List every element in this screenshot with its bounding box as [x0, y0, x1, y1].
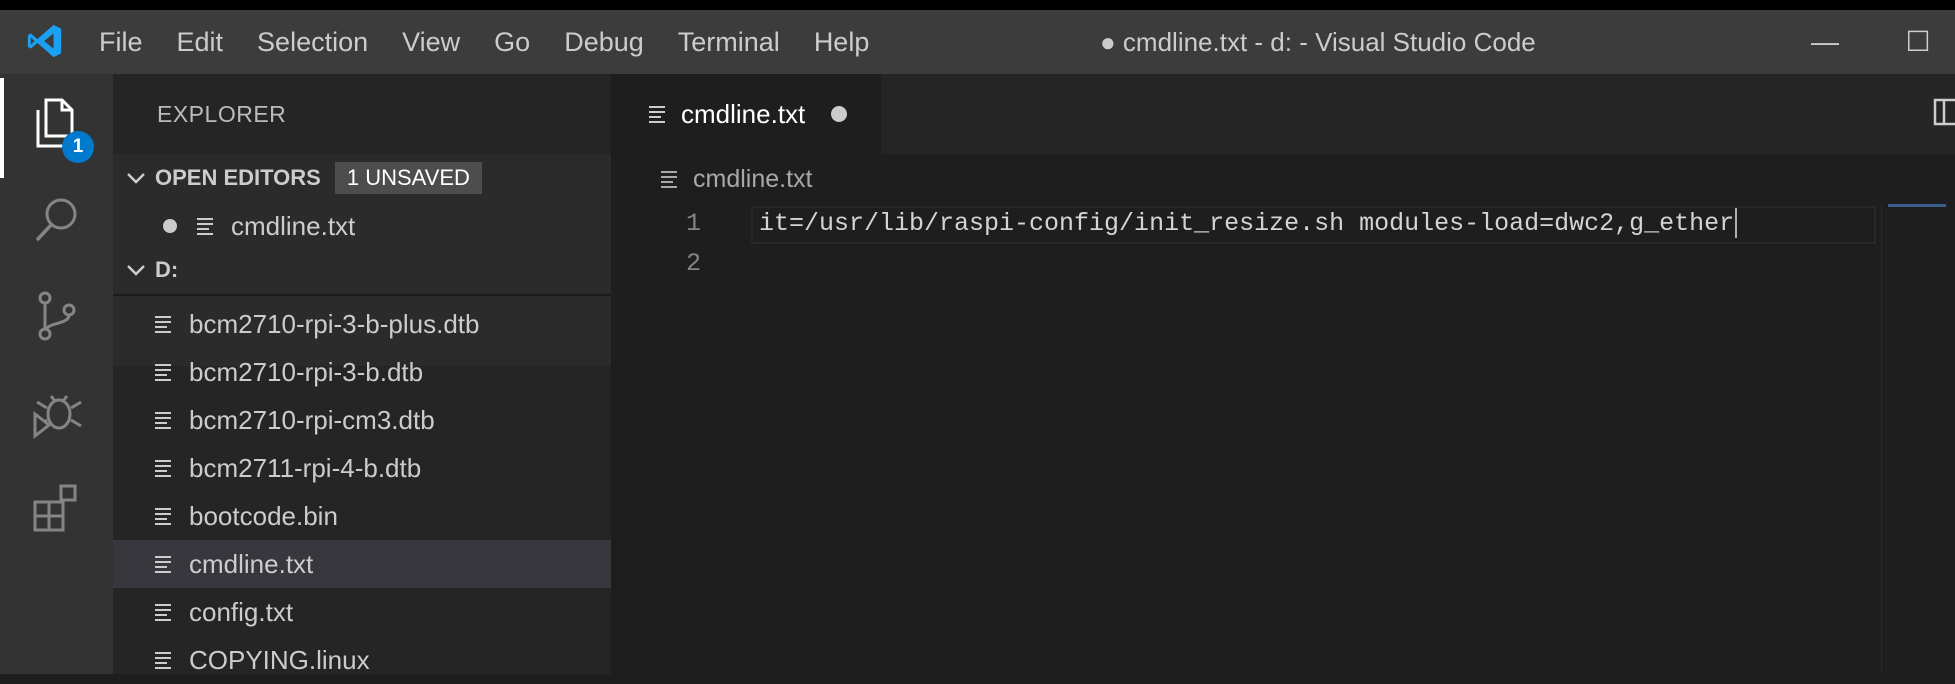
window-title: ● cmdline.txt - d: - Visual Studio Code: [1100, 27, 1536, 57]
menu-selection[interactable]: Selection: [240, 10, 385, 74]
activity-explorer[interactable]: 1: [0, 78, 113, 178]
menu-go[interactable]: Go: [477, 10, 547, 74]
minimap[interactable]: [1881, 204, 1955, 674]
vscode-logo-icon: [27, 24, 62, 58]
file-item[interactable]: bcm2711-rpi-4-b.dtb: [113, 444, 611, 492]
minimap-line: [1888, 204, 1946, 207]
file-label: bcm2711-rpi-4-b.dtb: [189, 452, 422, 483]
menu-file[interactable]: File: [82, 10, 160, 74]
file-label: bcm2710-rpi-3-b-plus.dtb: [189, 308, 480, 339]
file-label: cmdline.txt: [189, 548, 314, 579]
activity-extensions[interactable]: [0, 462, 113, 554]
open-editors-label: OPEN EDITORS: [155, 165, 321, 190]
text-file-icon: [155, 316, 171, 333]
breadcrumb[interactable]: cmdline.txt: [611, 154, 812, 204]
file-item[interactable]: bootcode.bin: [113, 492, 611, 540]
menu-edit[interactable]: Edit: [160, 10, 241, 74]
title-bar: File Edit Selection View Go Debug Termin…: [0, 0, 1955, 74]
text-file-icon: [155, 364, 171, 381]
explorer-sidebar: EXPLORER OPEN EDITORS 1 UNSAVED cmdline.…: [113, 74, 611, 675]
open-editors-header[interactable]: OPEN EDITORS 1 UNSAVED: [113, 154, 611, 202]
search-icon: [35, 198, 76, 242]
activity-bar: 1: [0, 74, 113, 674]
breadcrumb-file: cmdline.txt: [693, 164, 813, 193]
text-file-icon: [155, 556, 171, 573]
menu-terminal[interactable]: Terminal: [661, 10, 797, 74]
file-label: bcm2710-rpi-cm3.dtb: [189, 404, 435, 435]
source-control-icon: [38, 291, 75, 341]
minimize-button[interactable]: —: [1795, 10, 1855, 74]
code-editor[interactable]: 1 it=/usr/lib/raspi-config/init_resize.s…: [611, 204, 1881, 674]
file-label: bootcode.bin: [189, 500, 338, 531]
maximize-button[interactable]: ☐: [1888, 10, 1948, 74]
file-label: bcm2710-rpi-3-b.dtb: [189, 356, 424, 387]
split-editor-icon[interactable]: [1933, 98, 1955, 126]
file-item[interactable]: COPYING.linux: [113, 636, 611, 684]
file-label: config.txt: [189, 596, 294, 627]
open-editor-item[interactable]: cmdline.txt: [113, 202, 611, 250]
debug-icon: [33, 395, 82, 440]
activity-search[interactable]: [0, 174, 113, 266]
sidebar-title: EXPLORER: [157, 101, 287, 127]
text-cursor: [1735, 208, 1738, 239]
text-file-icon: [155, 508, 171, 525]
file-label: COPYING.linux: [189, 644, 370, 675]
tab-label: cmdline.txt: [681, 98, 806, 129]
tab-cmdline[interactable]: cmdline.txt: [611, 74, 881, 154]
chevron-down-icon: [127, 173, 145, 184]
file-item[interactable]: bcm2710-rpi-3-b.dtb: [113, 348, 611, 396]
text-file-icon: [197, 218, 213, 235]
file-item[interactable]: bcm2710-rpi-3-b-plus.dtb: [113, 300, 611, 348]
menu-bar: File Edit Selection View Go Debug Termin…: [82, 10, 886, 74]
menu-help[interactable]: Help: [797, 10, 887, 74]
activity-source-control[interactable]: [0, 270, 113, 362]
text-file-icon: [649, 106, 665, 123]
file-item[interactable]: bcm2710-rpi-cm3.dtb: [113, 396, 611, 444]
unsaved-dot-icon[interactable]: [831, 106, 848, 122]
active-indicator: [0, 78, 4, 178]
menu-debug[interactable]: Debug: [547, 10, 661, 74]
text-file-icon: [155, 604, 171, 621]
text-file-icon: [155, 412, 171, 429]
unsaved-dot-icon: [163, 219, 177, 233]
menu-view[interactable]: View: [385, 10, 477, 74]
unsaved-badge: 1 UNSAVED: [334, 162, 482, 194]
file-item-selected[interactable]: cmdline.txt: [113, 540, 611, 588]
line-number: 2: [685, 249, 701, 278]
explorer-badge: 1: [62, 131, 94, 163]
extensions-icon: [33, 484, 76, 532]
chevron-down-icon: [127, 265, 145, 276]
text-file-icon: [155, 652, 171, 669]
folder-d-header[interactable]: D:: [113, 246, 611, 294]
file-item[interactable]: config.txt: [113, 588, 611, 636]
line-number: 1: [685, 209, 701, 238]
editor-tab-bar: cmdline.txt: [611, 74, 1955, 154]
activity-debug[interactable]: [0, 366, 113, 458]
section-divider: [113, 294, 611, 296]
line-text: it=/usr/lib/raspi-config/init_resize.sh …: [759, 209, 1735, 238]
open-editor-label: cmdline.txt: [231, 210, 356, 241]
text-file-icon: [661, 171, 677, 188]
text-file-icon: [155, 460, 171, 477]
folder-label: D:: [155, 257, 179, 282]
